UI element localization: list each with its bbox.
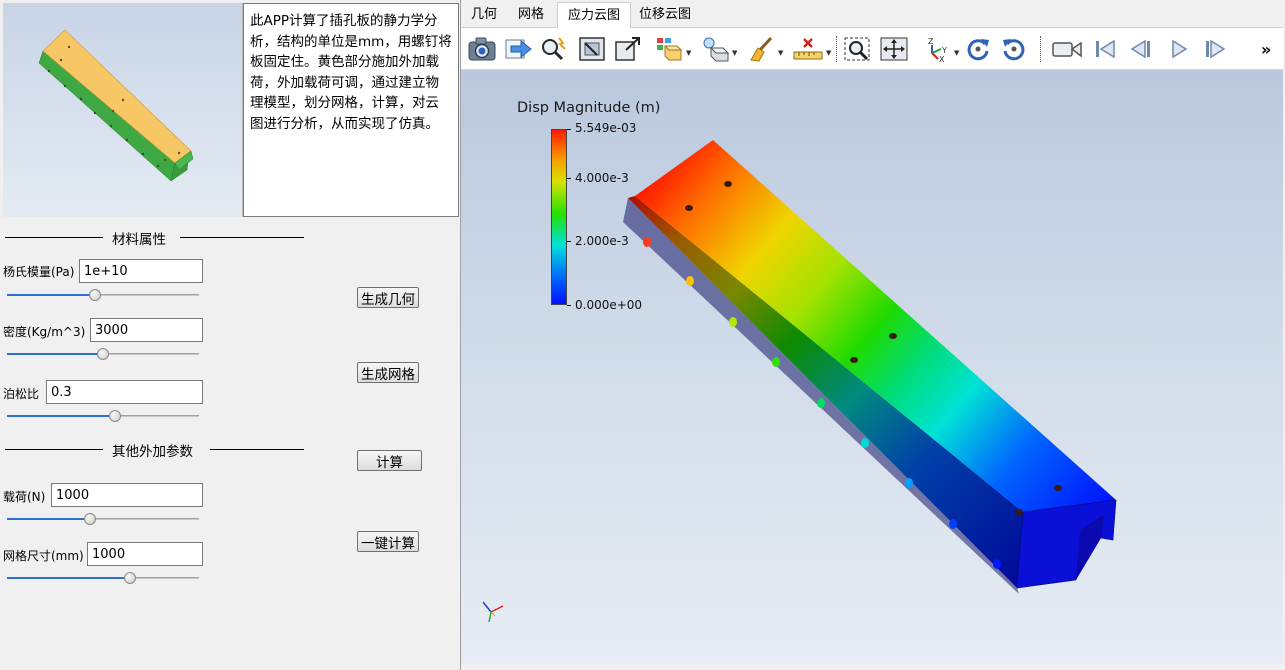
mesh-size-slider[interactable]: [7, 571, 199, 585]
tab-geometry[interactable]: 几何: [461, 2, 507, 28]
tab-displacement-contour[interactable]: 位移云图: [629, 2, 701, 28]
rotate-cw-icon[interactable]: [963, 33, 993, 65]
description-text: 此APP计算了插孔板的静力学分析，结构的单位是mm，用螺钉将板固定住。黄色部分施…: [243, 3, 459, 217]
displacement-contour-model: [623, 140, 1117, 594]
svg-text:X: X: [939, 55, 945, 63]
compute-button[interactable]: 计算: [357, 450, 422, 471]
tab-mesh[interactable]: 网格: [508, 2, 554, 28]
geometry-preview: [3, 3, 243, 217]
next-frame-icon[interactable]: [1201, 33, 1229, 65]
legend-4e-3-label: 4.000e-3: [575, 171, 629, 185]
legend-max-label: 5.549e-03: [575, 121, 637, 135]
material-section-title: 材料属性: [112, 232, 166, 248]
right-panel: 几何 网格 应力云图 位移云图 ▼ ▼ ▼ ▼ Z Y X ▼ » Disp M…: [460, 0, 1285, 670]
load-label: 载荷(N): [3, 490, 46, 504]
color-scale-bar: [551, 129, 567, 305]
youngs-modulus-input[interactable]: [79, 259, 203, 283]
load-input[interactable]: [51, 483, 203, 507]
representation-icon[interactable]: ▼: [655, 33, 691, 65]
density-label: 密度(Kg/m^3): [3, 325, 86, 339]
first-frame-icon[interactable]: [1091, 33, 1119, 65]
one-click-compute-button[interactable]: 一键计算: [357, 531, 419, 552]
legend-2e-3-label: 2.000e-3: [575, 234, 629, 248]
toolbar-separator: [836, 36, 837, 62]
other-params-section-title: 其他外加参数: [112, 444, 193, 460]
slider-thumb[interactable]: [89, 289, 102, 301]
export-arrow-icon[interactable]: [503, 33, 533, 65]
density-slider[interactable]: [7, 347, 199, 361]
toolbar: ▼ ▼ ▼ ▼ ZYX ▼ »: [461, 28, 1283, 70]
svg-text:Z: Z: [928, 37, 934, 46]
zoom-pick-icon[interactable]: [539, 33, 569, 65]
camera-icon[interactable]: [467, 33, 497, 65]
youngs-modulus-label: 杨氏模量(Pa): [3, 265, 75, 279]
video-record-icon[interactable]: [1051, 33, 1083, 65]
prev-frame-icon[interactable]: [1127, 33, 1155, 65]
slider-thumb[interactable]: [123, 572, 136, 584]
slider-thumb[interactable]: [97, 348, 109, 360]
overflow-icon[interactable]: »: [1261, 33, 1271, 65]
mesh-size-input[interactable]: [87, 542, 203, 566]
left-panel: 此APP计算了插孔板的静力学分析，结构的单位是mm，用螺钉将板固定住。黄色部分施…: [0, 0, 460, 670]
zoom-select-icon[interactable]: [843, 33, 873, 65]
pan-move-icon[interactable]: [879, 33, 909, 65]
load-slider[interactable]: [7, 512, 199, 526]
3d-viewport[interactable]: Disp Magnitude (m) 5.549e-03 4.000e-3 2.…: [461, 70, 1283, 664]
generate-mesh-button[interactable]: 生成网格: [357, 362, 419, 383]
orientation-axes-icon: [482, 601, 504, 623]
legend-min-label: 0.000e+00: [575, 298, 643, 312]
play-icon[interactable]: [1165, 33, 1193, 65]
zoom-fit-icon[interactable]: [577, 33, 607, 65]
ruler-measure-icon[interactable]: ▼: [793, 33, 831, 65]
axes-orient-icon[interactable]: ZYX ▼: [923, 33, 959, 65]
broom-clear-icon[interactable]: ▼: [747, 33, 783, 65]
zoom-box-icon[interactable]: [613, 33, 643, 65]
poisson-ratio-input[interactable]: [46, 380, 203, 404]
beam-end-flange: [1016, 499, 1117, 589]
legend-title: Disp Magnitude (m): [517, 100, 661, 116]
beam-preview-image: [38, 29, 194, 182]
mesh-size-label: 网格尺寸(mm): [3, 549, 84, 563]
poisson-ratio-slider[interactable]: [7, 409, 199, 423]
material-section-header: 材料属性: [0, 228, 305, 248]
tab-bar: 几何 网格 应力云图 位移云图: [461, 2, 1283, 29]
youngs-modulus-slider[interactable]: [7, 288, 199, 302]
poisson-ratio-label: 泊松比: [3, 387, 40, 401]
tab-stress-contour[interactable]: 应力云图: [557, 2, 632, 29]
toolbar-separator: [1040, 36, 1041, 62]
rotate-ccw-icon[interactable]: [999, 33, 1029, 65]
svg-text:Y: Y: [941, 46, 947, 55]
generate-geometry-button[interactable]: 生成几何: [357, 287, 419, 308]
other-params-section-header: 其他外加参数: [0, 440, 305, 460]
slider-thumb[interactable]: [83, 513, 96, 525]
density-input[interactable]: [90, 318, 203, 342]
slider-thumb[interactable]: [108, 410, 121, 422]
lighting-icon[interactable]: ▼: [701, 33, 737, 65]
